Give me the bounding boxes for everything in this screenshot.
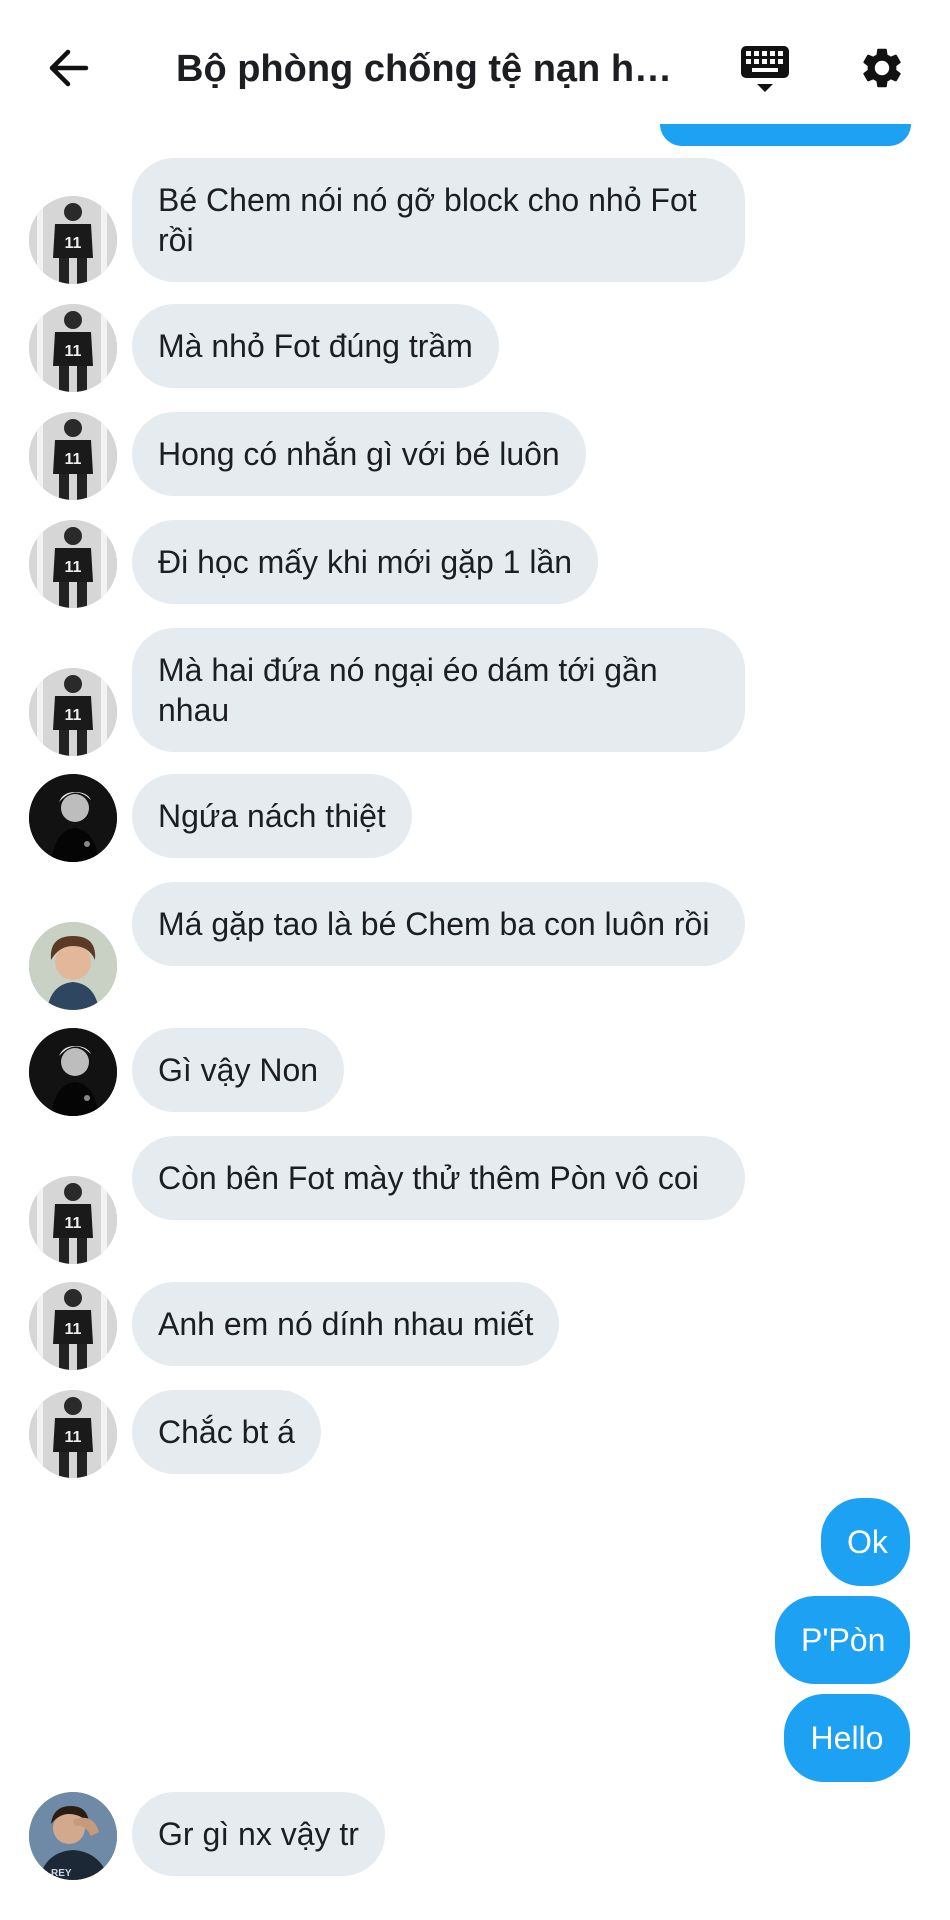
message-row: REY Gr gì nx vậy tr: [0, 1792, 950, 1880]
player-jersey-avatar-icon: 11: [29, 304, 117, 392]
svg-text:11: 11: [65, 1215, 82, 1232]
player-jersey-avatar-icon: 11: [29, 412, 117, 500]
incoming-message-bubble[interactable]: Bé Chem nói nó gỡ block cho nhỏ Fot rồi: [132, 158, 745, 282]
dark-portrait-avatar-icon: [29, 774, 117, 862]
avatar[interactable]: 11: [29, 304, 117, 392]
gear-icon: [863, 48, 901, 88]
player-jersey-avatar-icon: 11: [29, 196, 117, 284]
message-row: 11 Bé Chem nói nó gỡ block cho nhỏ Fot r…: [0, 158, 950, 286]
message-row: 11 Đi học mấy khi mới gặp 1 lần: [0, 520, 950, 608]
message-row: 11 Anh em nó dính nhau miết: [0, 1282, 950, 1370]
avatar[interactable]: [29, 922, 117, 1010]
svg-text:11: 11: [65, 451, 82, 468]
player-jersey-avatar-icon: 11: [29, 1176, 117, 1264]
svg-text:11: 11: [65, 1429, 82, 1446]
message-row: Ngứa nách thiệt: [0, 774, 950, 862]
hand-over-face-portrait-avatar-icon: REY: [29, 1792, 117, 1880]
back-button[interactable]: [40, 40, 96, 96]
svg-text:11: 11: [65, 559, 82, 576]
message-row: Má gặp tao là bé Chem ba con luôn rồi: [0, 882, 950, 1010]
incoming-message-bubble[interactable]: Chắc bt á: [132, 1390, 321, 1474]
avatar[interactable]: 11: [29, 1390, 117, 1478]
avatar[interactable]: 11: [29, 412, 117, 500]
message-row: 11 Mà nhỏ Fot đúng trầm: [0, 304, 950, 392]
curly-hair-portrait-avatar-icon: [29, 922, 117, 1010]
incoming-message-bubble[interactable]: Mà hai đứa nó ngại éo dám tới gần nhau: [132, 628, 745, 752]
incoming-message-bubble[interactable]: Gì vậy Non: [132, 1028, 345, 1112]
avatar[interactable]: [29, 774, 117, 862]
incoming-message-bubble[interactable]: Anh em nó dính nhau miết: [132, 1282, 560, 1366]
message-row: Gì vậy Non: [0, 1028, 950, 1116]
outgoing-message-bubble[interactable]: P'Pòn: [775, 1596, 910, 1684]
incoming-message-bubble[interactable]: Ngứa nách thiệt: [132, 774, 412, 858]
outgoing-message-bubble[interactable]: Hello: [784, 1694, 910, 1782]
incoming-message-bubble[interactable]: Còn bên Fot mày thử thêm Pòn vô coi: [132, 1136, 745, 1220]
settings-button[interactable]: [854, 40, 910, 96]
svg-text:11: 11: [65, 1321, 82, 1338]
outgoing-message-bubble[interactable]: Ok: [821, 1498, 910, 1586]
svg-text:11: 11: [65, 343, 82, 360]
keyboard-button[interactable]: [736, 40, 794, 98]
incoming-message-bubble[interactable]: Hong có nhắn gì với bé luôn: [132, 412, 586, 496]
avatar[interactable]: [29, 1028, 117, 1116]
player-jersey-avatar-icon: 11: [29, 668, 117, 756]
incoming-message-bubble[interactable]: Mà nhỏ Fot đúng trầm: [132, 304, 499, 388]
previous-outgoing-bubble-edge: [660, 124, 911, 146]
player-jersey-avatar-icon: 11: [29, 1390, 117, 1478]
message-row: 11 Còn bên Fot mày thử thêm Pòn vô coi: [0, 1136, 950, 1264]
keyboard-icon: [741, 46, 789, 92]
arrow-left-icon: [49, 49, 89, 87]
avatar[interactable]: REY: [29, 1792, 117, 1880]
message-row: 11 Mà hai đứa nó ngại éo dám tới gần nha…: [0, 628, 950, 756]
avatar[interactable]: 11: [29, 196, 117, 284]
incoming-message-bubble[interactable]: Gr gì nx vậy tr: [132, 1792, 385, 1876]
conversation-title[interactable]: Bộ phòng chống tệ nạn họ...: [176, 46, 676, 92]
message-row: 11 Hong có nhắn gì với bé luôn: [0, 412, 950, 500]
avatar[interactable]: 11: [29, 1282, 117, 1370]
dark-portrait-avatar-icon: [29, 1028, 117, 1116]
message-row: 11 Chắc bt á: [0, 1390, 950, 1478]
avatar[interactable]: 11: [29, 1176, 117, 1264]
svg-text:11: 11: [65, 235, 82, 252]
player-jersey-avatar-icon: 11: [29, 1282, 117, 1370]
svg-text:11: 11: [65, 707, 82, 724]
avatar[interactable]: 11: [29, 668, 117, 756]
incoming-message-bubble[interactable]: Má gặp tao là bé Chem ba con luôn rồi: [132, 882, 745, 966]
svg-text:REY: REY: [51, 1868, 72, 1879]
player-jersey-avatar-icon: 11: [29, 520, 117, 608]
chat-header: Bộ phòng chống tệ nạn họ...: [0, 0, 950, 146]
avatar[interactable]: 11: [29, 520, 117, 608]
incoming-message-bubble[interactable]: Đi học mấy khi mới gặp 1 lần: [132, 520, 599, 604]
